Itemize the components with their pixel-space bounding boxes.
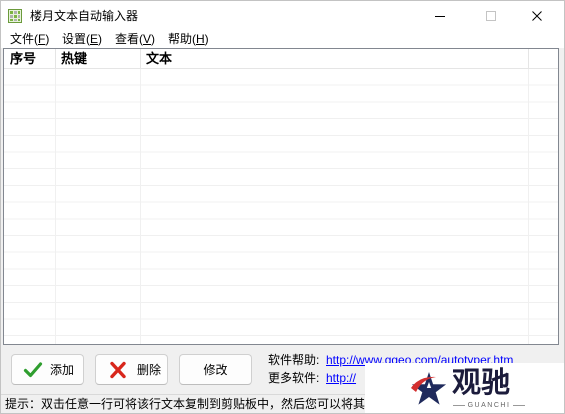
title-bar[interactable]: 楼月文本自动输入器 <box>1 1 564 31</box>
x-icon <box>110 361 126 378</box>
more-software-label: 更多软件: <box>268 371 320 385</box>
column-grid-line <box>140 69 141 344</box>
column-header-text[interactable]: 文本 <box>146 49 172 68</box>
delete-button[interactable]: 删除 <box>95 354 168 385</box>
menu-view-accelerator: V <box>143 32 152 46</box>
minimize-button[interactable] <box>417 1 463 31</box>
delete-button-label: 删除 <box>137 363 162 377</box>
window-title: 楼月文本自动输入器 <box>30 9 139 23</box>
add-button[interactable]: 添加 <box>11 354 84 385</box>
table-header: 序号 热键 文本 <box>4 49 558 69</box>
star-logo <box>411 372 447 405</box>
more-software-link[interactable]: http:// <box>326 371 356 386</box>
app-grid-icon[interactable] <box>8 9 22 23</box>
minimize-icon <box>435 16 445 17</box>
menu-file-label: 文件( <box>10 32 38 46</box>
column-resize-handle[interactable] <box>528 49 529 68</box>
watermark: 观驰 GUANCHI <box>365 363 564 413</box>
menu-view-label-end: ) <box>151 32 156 46</box>
menu-settings-label: 设置( <box>62 32 90 46</box>
add-button-label: 添加 <box>50 363 75 377</box>
table-body[interactable] <box>4 69 558 344</box>
check-icon <box>23 361 43 377</box>
menu-help[interactable]: 帮助(H) <box>167 31 210 48</box>
menu-settings-label-end: ) <box>98 32 103 46</box>
column-grid-line <box>528 69 529 344</box>
status-tip-text: 提示：双击任意一行可将该行文本复制到剪贴板中，然后您可以将其 <box>5 397 366 411</box>
app-window: 楼月文本自动输入器 文件(F) 设置(E) 查看(V) 帮助(H) 序号 热键 … <box>0 0 565 414</box>
watermark-rule <box>513 405 525 406</box>
edit-button-label: 修改 <box>203 363 228 377</box>
column-resize-handle[interactable] <box>140 49 141 68</box>
menu-view-label: 查看( <box>115 32 143 46</box>
menu-help-accelerator: H <box>196 32 205 46</box>
watermark-rule <box>453 405 465 406</box>
menu-help-label-end: ) <box>204 32 209 46</box>
column-grid-line <box>55 69 56 344</box>
close-icon <box>532 11 542 21</box>
maximize-button <box>468 1 514 31</box>
edit-button[interactable]: 修改 <box>179 354 252 385</box>
maximize-icon <box>486 11 496 21</box>
column-resize-handle[interactable] <box>55 49 56 68</box>
menu-file-label-end: ) <box>45 32 50 46</box>
menu-view[interactable]: 查看(V) <box>114 31 156 48</box>
menu-settings[interactable]: 设置(E) <box>61 31 103 48</box>
hotkey-text-table[interactable]: 序号 热键 文本 <box>3 48 559 345</box>
column-header-index[interactable]: 序号 <box>10 49 36 68</box>
menu-file[interactable]: 文件(F) <box>9 31 50 48</box>
watermark-subtitle-text: GUANCHI <box>467 402 511 409</box>
menu-settings-accelerator: E <box>90 32 99 46</box>
watermark-name: 观驰 <box>452 365 511 399</box>
menu-help-label: 帮助( <box>168 32 196 46</box>
close-button[interactable] <box>514 1 560 31</box>
watermark-subtitle: GUANCHI <box>453 401 525 410</box>
software-help-label: 软件帮助: <box>268 353 320 367</box>
column-header-hotkey[interactable]: 热键 <box>61 49 87 68</box>
menu-bar: 文件(F) 设置(E) 查看(V) 帮助(H) <box>1 31 564 48</box>
